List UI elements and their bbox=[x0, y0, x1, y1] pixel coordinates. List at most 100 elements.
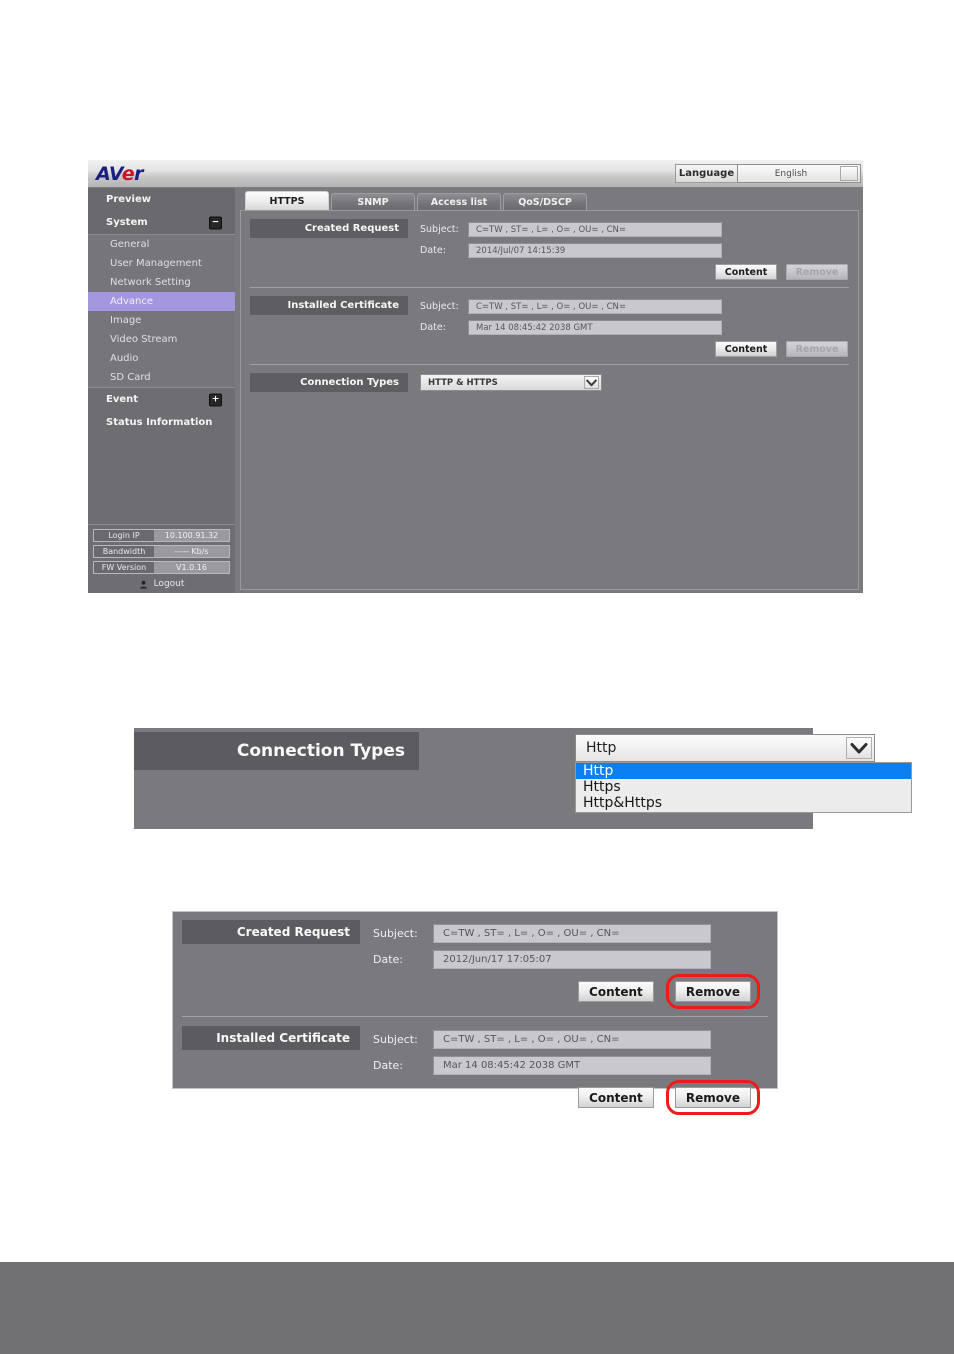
sidebar-item-label: System bbox=[106, 217, 148, 228]
date-label: Date: bbox=[420, 322, 446, 333]
tab-qos-dscp[interactable]: QoS/DSCP bbox=[503, 193, 587, 210]
sidebar-status-block: Login IP 10.100.91.32 Bandwidth ----- Kb… bbox=[88, 524, 235, 593]
option-http[interactable]: Http bbox=[576, 763, 911, 779]
installed-certificate-subject-field: C=TW , ST= , L= , O= , OU= , CN= bbox=[468, 299, 722, 314]
created-request-title: Created Request bbox=[250, 219, 408, 238]
sidebar-item-label: Advance bbox=[110, 296, 154, 307]
installed-certificate-content-button[interactable]: Content bbox=[577, 1087, 654, 1108]
created-request-remove-button[interactable]: Remove bbox=[674, 981, 751, 1002]
date-label: Date: bbox=[373, 1058, 403, 1072]
status-key: Bandwidth bbox=[94, 546, 154, 557]
aver-logo: AVer bbox=[96, 163, 144, 185]
chevron-down-icon[interactable] bbox=[846, 737, 872, 759]
sidebar-item-network-setting[interactable]: Network Setting bbox=[88, 273, 235, 292]
status-key: Login IP bbox=[94, 530, 154, 541]
logo-text-e: e bbox=[121, 163, 135, 185]
sidebar-item-system[interactable]: System − bbox=[88, 211, 235, 234]
subject-label: Subject: bbox=[420, 224, 459, 235]
date-label: Date: bbox=[373, 952, 403, 966]
language-label: Language bbox=[675, 164, 737, 183]
connection-types-section: Connection Types HTTP & HTTPS bbox=[250, 373, 849, 399]
tab-label: HTTPS bbox=[269, 195, 305, 207]
tab-label: Access list bbox=[430, 196, 488, 208]
chevron-down-icon[interactable] bbox=[584, 376, 599, 389]
content-pane: HTTPS SNMP Access list QoS/DSCP Created … bbox=[240, 190, 859, 590]
connection-types-label: Connection Types bbox=[134, 732, 419, 770]
installed-certificate-date-field: Mar 14 08:45:42 2038 GMT bbox=[433, 1055, 711, 1075]
created-request-section: Created Request Subject: C=TW , ST= , L=… bbox=[250, 219, 849, 288]
expand-plus-icon[interactable]: + bbox=[209, 393, 222, 406]
sidebar: Preview System − General User Management… bbox=[88, 188, 235, 593]
created-request-remove-button[interactable]: Remove bbox=[786, 264, 848, 280]
status-row-login-ip: Login IP 10.100.91.32 bbox=[93, 529, 230, 542]
option-https[interactable]: Https bbox=[576, 779, 911, 795]
sidebar-item-label: Preview bbox=[106, 194, 152, 205]
connection-types-selected-value: Http bbox=[586, 740, 617, 756]
installed-certificate-remove-highlight: Remove bbox=[665, 1080, 760, 1115]
logout-button[interactable]: Logout bbox=[93, 577, 230, 590]
installed-certificate-content-button[interactable]: Content bbox=[715, 341, 777, 357]
sidebar-item-advance[interactable]: Advance bbox=[88, 292, 235, 311]
sidebar-item-user-management[interactable]: User Management bbox=[88, 254, 235, 273]
subject-label: Subject: bbox=[373, 926, 418, 940]
sidebar-item-general[interactable]: General bbox=[88, 235, 235, 254]
subject-label: Subject: bbox=[420, 301, 459, 312]
tab-https[interactable]: HTTPS bbox=[245, 191, 329, 210]
status-key: FW Version bbox=[94, 562, 154, 573]
sidebar-item-label: Image bbox=[110, 315, 142, 326]
connection-types-option-list[interactable]: Http Https Http&Https bbox=[575, 762, 912, 813]
tab-label: SNMP bbox=[357, 196, 389, 208]
created-request-section: Created Request Subject: C=TW , ST= , L=… bbox=[182, 920, 768, 1017]
language-selector[interactable]: Language English bbox=[675, 164, 861, 183]
created-request-subject-field: C=TW , ST= , L= , O= , OU= , CN= bbox=[433, 923, 711, 943]
tab-access-list[interactable]: Access list bbox=[417, 193, 501, 210]
tab-strip: HTTPS SNMP Access list QoS/DSCP bbox=[240, 190, 859, 210]
installed-certificate-title: Installed Certificate bbox=[250, 296, 408, 315]
installed-certificate-section: Installed Certificate Subject: C=TW , ST… bbox=[250, 296, 849, 365]
sidebar-item-sd-card[interactable]: SD Card bbox=[88, 368, 235, 387]
installed-certificate-remove-button[interactable]: Remove bbox=[674, 1087, 751, 1108]
sidebar-item-image[interactable]: Image bbox=[88, 311, 235, 330]
status-row-bandwidth: Bandwidth ----- Kb/s bbox=[93, 545, 230, 558]
installed-certificate-remove-button[interactable]: Remove bbox=[786, 341, 848, 357]
sidebar-top-groups: Preview System − bbox=[88, 188, 235, 234]
installed-certificate-date-field: Mar 14 08:45:42 2038 GMT bbox=[468, 320, 722, 335]
camera-web-ui-figure: AVer Language English Preview System − G… bbox=[88, 160, 863, 593]
sidebar-item-audio[interactable]: Audio bbox=[88, 349, 235, 368]
sidebar-item-event[interactable]: Event + bbox=[88, 388, 235, 411]
option-http-and-https[interactable]: Http&Https bbox=[576, 795, 911, 811]
sidebar-item-label: Event bbox=[106, 394, 139, 405]
connection-types-select[interactable]: Http bbox=[575, 734, 875, 762]
sidebar-system-submenu: General User Management Network Setting … bbox=[88, 234, 235, 388]
created-request-date-field: 2012/Jun/17 17:05:07 bbox=[433, 949, 711, 969]
sidebar-item-video-stream[interactable]: Video Stream bbox=[88, 330, 235, 349]
language-dropdown[interactable]: English bbox=[737, 164, 861, 183]
connection-types-dropdown-figure: Connection Types Http Http Https Http&Ht… bbox=[134, 728, 912, 829]
installed-certificate-subject-field: C=TW , ST= , L= , O= , OU= , CN= bbox=[433, 1029, 711, 1049]
date-label: Date: bbox=[420, 245, 446, 256]
user-icon bbox=[139, 574, 148, 593]
logout-label: Logout bbox=[153, 578, 185, 589]
created-request-content-button[interactable]: Content bbox=[715, 264, 777, 280]
connection-types-dropdown[interactable]: HTTP & HTTPS bbox=[420, 374, 602, 391]
created-request-subject-field: C=TW , ST= , L= , O= , OU= , CN= bbox=[468, 222, 722, 237]
sidebar-item-label: General bbox=[110, 239, 150, 250]
sidebar-item-label: Audio bbox=[110, 353, 139, 364]
chevron-down-icon[interactable] bbox=[840, 166, 858, 181]
sidebar-item-status-information[interactable]: Status Information bbox=[88, 411, 235, 434]
created-request-date-field: 2014/Jul/07 14:15:39 bbox=[468, 243, 722, 258]
https-settings-panel: Created Request Subject: C=TW , ST= , L=… bbox=[240, 210, 859, 590]
sidebar-item-preview[interactable]: Preview bbox=[88, 188, 235, 211]
logo-text-av: AV bbox=[96, 163, 122, 185]
collapse-minus-icon[interactable]: − bbox=[209, 216, 222, 229]
logo-text-r: r bbox=[134, 163, 144, 185]
tab-snmp[interactable]: SNMP bbox=[331, 193, 415, 210]
tab-label: QoS/DSCP bbox=[518, 196, 572, 208]
app-header: AVer Language English bbox=[88, 160, 863, 188]
language-value: English bbox=[774, 168, 808, 179]
connection-types-value: HTTP & HTTPS bbox=[428, 377, 498, 388]
installed-certificate-title: Installed Certificate bbox=[182, 1026, 360, 1050]
sidebar-item-label: SD Card bbox=[110, 372, 151, 383]
created-request-content-button[interactable]: Content bbox=[577, 981, 654, 1002]
certificate-remove-figure: Created Request Subject: C=TW , ST= , L=… bbox=[172, 911, 778, 1115]
